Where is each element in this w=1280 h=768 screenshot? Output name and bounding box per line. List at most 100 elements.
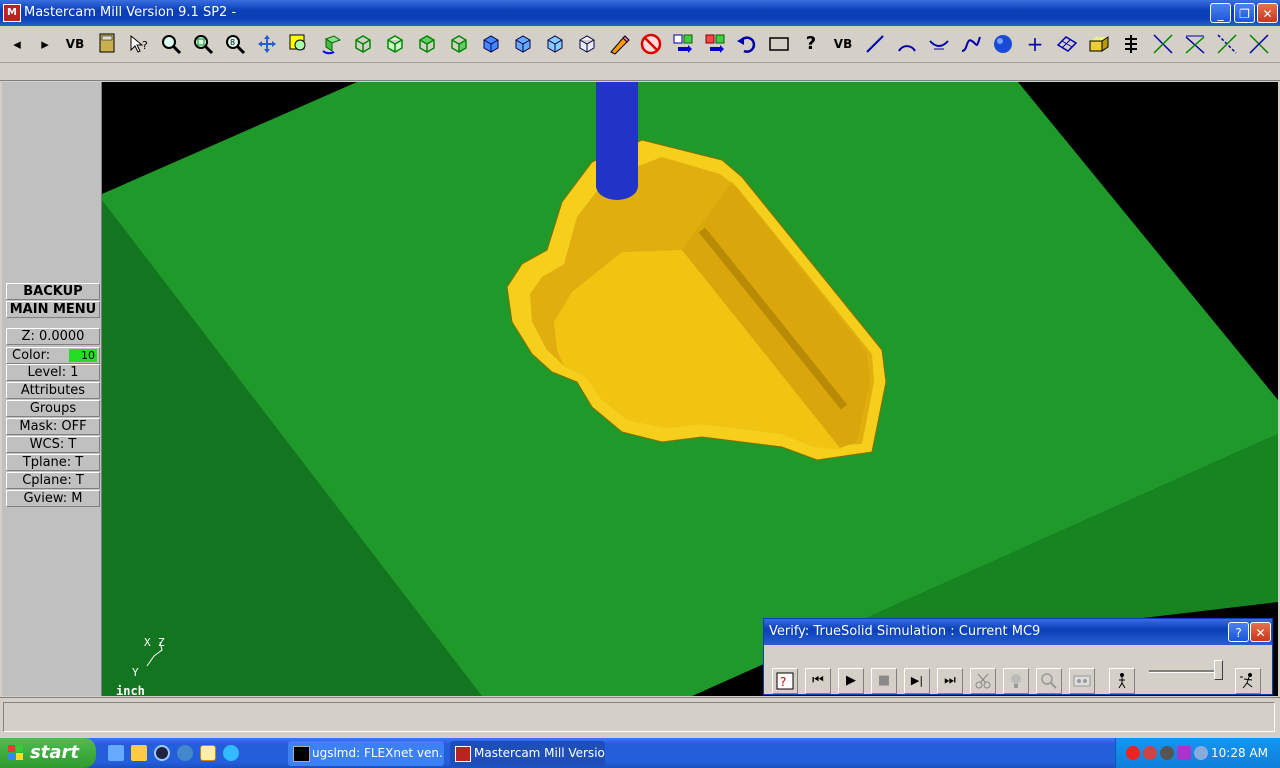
- trim-button[interactable]: [1148, 30, 1178, 58]
- spline-button[interactable]: [956, 30, 986, 58]
- task-ugslmd[interactable]: ugslmd: FLEXnet ven...: [288, 741, 444, 766]
- verify-controls: ? ⏮ ▶ ■ ▶| ⏭: [764, 645, 1272, 695]
- close-button[interactable]: ✕: [1257, 3, 1278, 23]
- quicklaunch-clock-icon[interactable]: [200, 745, 216, 761]
- tplane-button[interactable]: Tplane: T: [6, 454, 100, 471]
- minimize-button[interactable]: _: [1210, 3, 1231, 23]
- speed-slider-thumb[interactable]: [1214, 660, 1223, 680]
- cube-front-button[interactable]: [380, 30, 410, 58]
- tray-security-icon[interactable]: [1126, 746, 1140, 760]
- help-query-button[interactable]: ?: [124, 30, 154, 58]
- chain-tree-button[interactable]: [1116, 30, 1146, 58]
- transform-copy-button[interactable]: [700, 30, 730, 58]
- verify-titlebar[interactable]: Verify: TrueSolid Simulation : Current M…: [764, 619, 1272, 645]
- rewind-button[interactable]: ⏮: [805, 668, 831, 694]
- cube-iso-button[interactable]: [348, 30, 378, 58]
- window-titlebar[interactable]: M Mastercam Mill Version 9.1 SP2 - _ ❐ ✕: [0, 0, 1280, 26]
- cube-side-button[interactable]: [444, 30, 474, 58]
- line-button[interactable]: [860, 30, 890, 58]
- backup-button[interactable]: BACKUP: [6, 283, 100, 300]
- zoom-window-button[interactable]: [188, 30, 218, 58]
- mastercam-app-icon[interactable]: M: [3, 4, 21, 22]
- quicklaunch-media-icon[interactable]: [154, 745, 170, 761]
- fillet-button[interactable]: [924, 30, 954, 58]
- cplane-button[interactable]: Cplane: T: [6, 472, 100, 489]
- prohibited-icon: [640, 33, 662, 55]
- vb-button[interactable]: VB: [828, 30, 858, 58]
- z-depth-field[interactable]: Z: 0.0000: [6, 328, 100, 345]
- cube-top-button[interactable]: [412, 30, 442, 58]
- forward-arrow-button[interactable]: ▸: [32, 30, 58, 58]
- cube-shaded-3-button[interactable]: [540, 30, 570, 58]
- quicklaunch-browser-icon[interactable]: [177, 745, 193, 761]
- transform-move-button[interactable]: [668, 30, 698, 58]
- cube-shaded-button[interactable]: [476, 30, 506, 58]
- verify-close-button[interactable]: ✕: [1250, 622, 1271, 642]
- fast-forward-button[interactable]: ⏭: [937, 668, 963, 694]
- verify-help-question-button[interactable]: ?: [772, 668, 798, 694]
- restore-button[interactable]: ❐: [1234, 3, 1255, 23]
- save-stl-button[interactable]: [1069, 668, 1095, 694]
- tray-network-icon[interactable]: [1143, 746, 1157, 760]
- task-mastercam[interactable]: Mastercam Mill Versio...: [450, 741, 605, 766]
- start-button[interactable]: start: [0, 738, 96, 768]
- trim-3-button[interactable]: [1212, 30, 1242, 58]
- tray-app-icon[interactable]: [1177, 746, 1191, 760]
- taskbar-clock[interactable]: 10:28 AM: [1211, 738, 1268, 768]
- rotate-button[interactable]: [316, 30, 346, 58]
- no-delete-button[interactable]: [636, 30, 666, 58]
- cube-wire-button[interactable]: [572, 30, 602, 58]
- tray-update-icon[interactable]: [1160, 746, 1174, 760]
- tray-volume-icon[interactable]: [1194, 746, 1208, 760]
- sphere-button[interactable]: [988, 30, 1018, 58]
- step-button[interactable]: ▶|: [904, 668, 930, 694]
- lighting-button[interactable]: [1003, 668, 1029, 694]
- prompt-box: [3, 702, 1275, 732]
- cube-shaded-2-button[interactable]: [508, 30, 538, 58]
- play-button[interactable]: ▶: [838, 668, 864, 694]
- undo-button[interactable]: [732, 30, 762, 58]
- fast-speed-button[interactable]: [1235, 668, 1261, 694]
- help-button[interactable]: ?: [796, 30, 826, 58]
- mask-button[interactable]: Mask: OFF: [6, 418, 100, 435]
- eraser-button[interactable]: [604, 30, 634, 58]
- system-tray: 10:28 AM: [1115, 738, 1280, 768]
- back-arrow-button[interactable]: ◂: [4, 30, 30, 58]
- solid-button[interactable]: [1084, 30, 1114, 58]
- pan-button[interactable]: [252, 30, 282, 58]
- level-field[interactable]: Level: 1: [6, 364, 100, 381]
- verify-dialog[interactable]: Verify: TrueSolid Simulation : Current M…: [763, 618, 1273, 695]
- calculator-button[interactable]: [92, 30, 122, 58]
- slow-speed-button[interactable]: [1109, 668, 1135, 694]
- undo-arrow-icon: [737, 36, 756, 53]
- zoom-out-button[interactable]: 8: [220, 30, 250, 58]
- speed-slider-track[interactable]: [1149, 670, 1221, 673]
- trim-2-button[interactable]: [1180, 30, 1210, 58]
- select-zoom-button[interactable]: [284, 30, 314, 58]
- rectangle-button[interactable]: [764, 30, 794, 58]
- cut-button[interactable]: [970, 668, 996, 694]
- quicklaunch-folder-icon[interactable]: [131, 745, 147, 761]
- gview-button[interactable]: Gview: M: [6, 490, 100, 507]
- svg-text:8: 8: [230, 38, 235, 47]
- vb-script-button[interactable]: VB: [60, 30, 90, 58]
- zoom-button[interactable]: [1036, 668, 1062, 694]
- surface-button[interactable]: [1052, 30, 1082, 58]
- arc-button[interactable]: [892, 30, 922, 58]
- zoom-in-button[interactable]: [156, 30, 186, 58]
- quicklaunch-explorer-icon[interactable]: [108, 745, 124, 761]
- stop-button[interactable]: ■: [871, 668, 897, 694]
- quicklaunch-ie-icon[interactable]: [223, 745, 239, 761]
- attributes-button[interactable]: Attributes: [6, 382, 100, 399]
- color-field[interactable]: Color: 10: [6, 347, 100, 364]
- graphics-viewport[interactable]: X Z Y: [102, 82, 1278, 696]
- wcs-button[interactable]: WCS: T: [6, 436, 100, 453]
- verify-help-button[interactable]: ?: [1228, 622, 1249, 642]
- main-menu-button[interactable]: MAIN MENU: [6, 301, 100, 318]
- groups-button[interactable]: Groups: [6, 400, 100, 417]
- trim-4-button[interactable]: [1244, 30, 1274, 58]
- transform-copy-icon: [705, 34, 725, 53]
- mastercam-icon: [455, 746, 471, 762]
- rectangle-icon: [769, 37, 789, 51]
- point-button[interactable]: +: [1020, 30, 1050, 58]
